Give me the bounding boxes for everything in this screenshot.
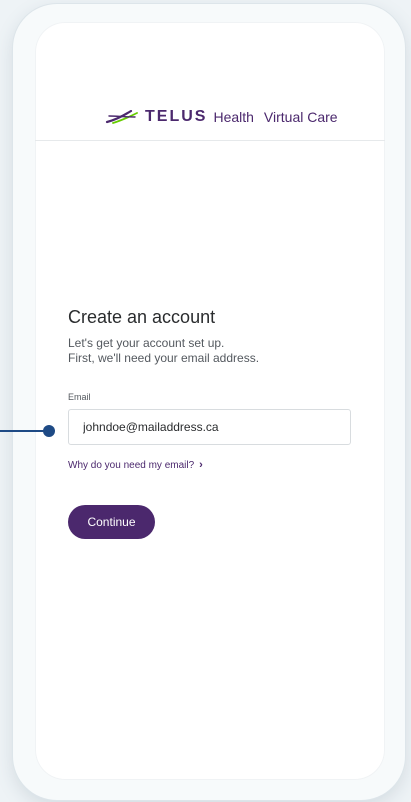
telus-swoosh-icon xyxy=(105,110,138,124)
chevron-right-icon: › xyxy=(199,459,203,471)
brand-name: TELUS xyxy=(145,108,208,125)
brand-product: Health xyxy=(213,109,254,125)
stage: TELUS Health Virtual Care Create an acco… xyxy=(0,0,411,802)
subtitle-line-1: Let's get your account set up. xyxy=(68,336,225,350)
app-header: TELUS Health Virtual Care xyxy=(35,22,385,141)
email-label: Email xyxy=(68,392,91,402)
page-subtitle: Let's get your account set up. First, we… xyxy=(68,336,358,366)
why-email-link-label: Why do you need my email? xyxy=(68,459,195,471)
callout-dot xyxy=(43,425,55,437)
email-field[interactable] xyxy=(68,409,351,445)
continue-button[interactable]: Continue xyxy=(68,505,155,539)
brand-service: Virtual Care xyxy=(263,109,338,125)
why-email-link[interactable]: Why do you need my email? › xyxy=(68,459,203,471)
brand-logo: TELUS Health Virtual Care xyxy=(105,108,338,126)
subtitle-line-2: First, we'll need your email address. xyxy=(68,351,260,365)
callout-line xyxy=(0,430,46,432)
page-title: Create an account xyxy=(68,307,216,327)
app-screen: TELUS Health Virtual Care Create an acco… xyxy=(35,22,385,780)
